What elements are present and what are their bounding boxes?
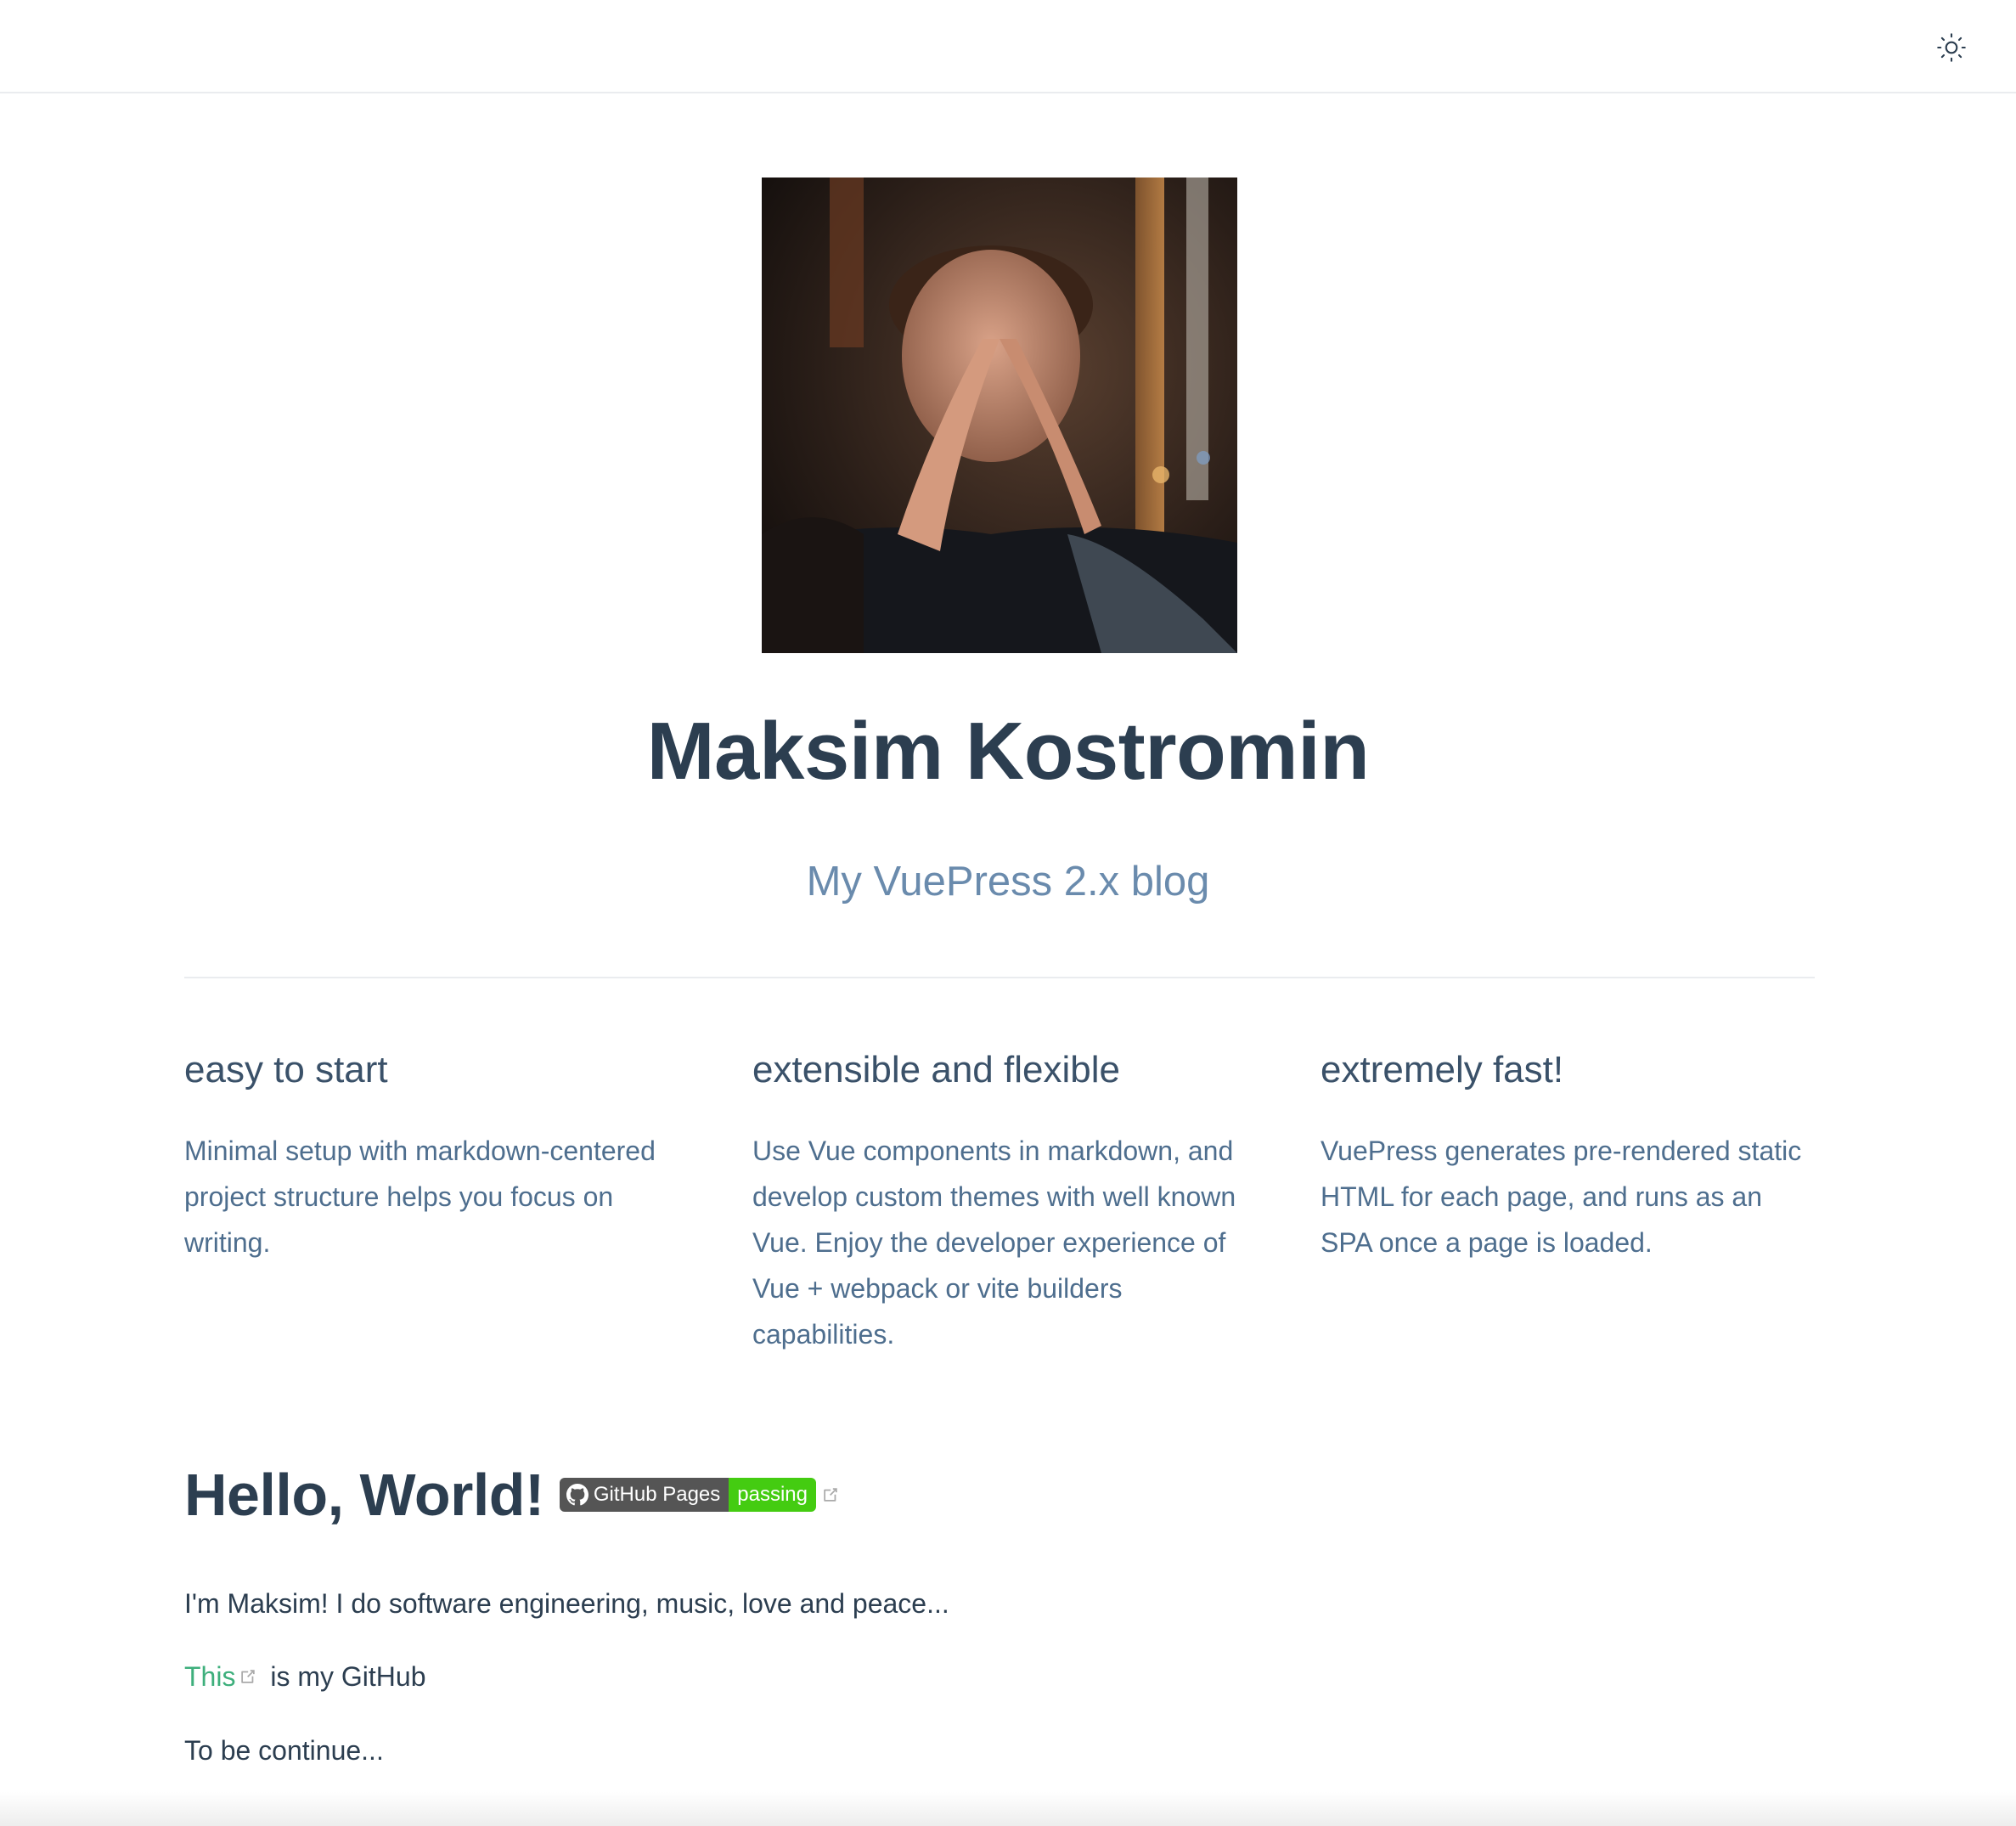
badge-status: passing (729, 1478, 817, 1512)
badge-label-section: GitHub Pages (559, 1478, 729, 1512)
features-section: easy to start Minimal setup with markdow… (184, 1036, 1815, 1357)
portrait-photo (762, 178, 1237, 653)
sun-icon (1937, 33, 1966, 62)
theme-toggle-button[interactable] (1933, 29, 1970, 66)
github-icon (566, 1484, 588, 1506)
feature-details: VuePress generates pre-rendered static H… (1321, 1136, 1802, 1258)
heading-text: Hello, World! (184, 1462, 544, 1528)
feature-title: extremely fast! (1321, 1049, 1564, 1091)
feature-item: easy to start Minimal setup with markdow… (184, 1036, 679, 1357)
external-link-icon (824, 1488, 837, 1502)
badge-label: GitHub Pages (593, 1483, 721, 1506)
intro-paragraph: I'm Maksim! I do software engineering, m… (184, 1588, 949, 1619)
outro-paragraph: To be continue... (184, 1735, 384, 1766)
hero-description: My VuePress 2.x blog (806, 859, 1210, 905)
github-pages-badge-link[interactable]: GitHub Pages passing (559, 1478, 817, 1512)
feature-item: extremely fast! VuePress generates pre-r… (1321, 1036, 1815, 1357)
external-link-icon (241, 1669, 256, 1683)
main-content: Hello, World! GitHub Pages passing I'm M… (184, 1444, 1815, 1766)
navbar (0, 0, 2016, 93)
hero-title: Maksim Kostromin (646, 706, 1370, 797)
github-link[interactable]: This (184, 1661, 235, 1692)
github-suffix-text: is my GitHub (262, 1661, 426, 1692)
bottom-shadow (0, 1792, 2016, 1826)
feature-details: Use Vue components in markdown, and deve… (752, 1136, 1236, 1350)
hero-image (762, 178, 1237, 653)
divider (184, 977, 1815, 978)
feature-item: extensible and flexible Use Vue componen… (752, 1036, 1247, 1357)
feature-details: Minimal setup with markdown-centered pro… (184, 1136, 656, 1258)
content-heading: Hello, World! GitHub Pages passing (184, 1444, 1815, 1546)
feature-title: easy to start (184, 1049, 388, 1091)
feature-title: extensible and flexible (752, 1049, 1120, 1091)
github-paragraph: This is my GitHub (184, 1661, 425, 1693)
